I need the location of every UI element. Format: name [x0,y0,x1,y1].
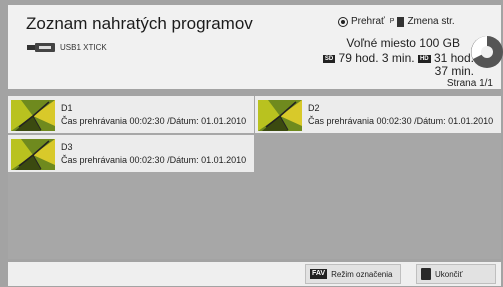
recording-detail: Čas prehrávania 00:02:30 /Dátum: 01.01.2… [61,116,247,126]
usb-icon [27,43,55,52]
butterfly-thumbnail-icon [11,100,55,131]
free-space: Voľné miesto 100 GB [346,36,460,50]
mark-mode-label: Režim označenia [331,269,393,279]
recording-detail: Čas prehrávania 00:02:30 /Dátum: 01.01.2… [308,116,494,126]
butterfly-thumbnail-icon [258,100,302,131]
hd-time-min: 37 min. [434,64,474,78]
exit-icon [421,268,431,280]
exit-label: Ukončiť [435,269,463,279]
recording-name: D1 [61,103,73,113]
page-button-icon [397,16,405,27]
usb-device: USB1 XTICK [27,43,107,52]
header-panel: Zoznam nahratých programov USB1 XTICK Pr… [8,5,503,89]
mark-mode-button[interactable]: FAV Režim označenia [305,264,401,284]
recording-name: D3 [61,142,73,152]
footer-bar: FAV Režim označenia Ukončiť [8,262,501,286]
recording-name: D2 [308,103,320,113]
recorded-programs-screen: Zoznam nahratých programov USB1 XTICK Pr… [0,0,503,287]
recording-item[interactable]: D3 Čas prehrávania 00:02:30 /Dátum: 01.0… [8,135,254,172]
recording-item[interactable]: D1 Čas prehrávania 00:02:30 /Dátum: 01.0… [8,96,254,133]
butterfly-thumbnail-icon [11,139,55,170]
page-indicator: Strana 1/1 [446,78,493,89]
hd-badge: HD [417,54,431,63]
legend-play: Prehrať [351,16,385,27]
fav-badge: FAV [310,269,328,279]
key-legend: Prehrať P Zmena str. [338,16,455,27]
hd-time: 31 hod. [433,51,474,65]
legend-page: Zmena str. [407,16,455,27]
sd-badge: SD [322,54,336,63]
exit-button[interactable]: Ukončiť [416,264,496,284]
recording-detail: Čas prehrávania 00:02:30 /Dátum: 01.01.2… [61,155,247,165]
sd-time: 79 hod. 3 min. [338,51,415,65]
usb-label: USB1 XTICK [60,43,107,52]
page-icon: P [389,18,395,25]
page-title: Zoznam nahratých programov [26,14,253,33]
recording-item[interactable]: D2 Čas prehrávania 00:02:30 /Dátum: 01.0… [255,96,501,133]
disk-usage-icon [471,36,503,68]
recordings-list: D1 Čas prehrávania 00:02:30 /Dátum: 01.0… [8,96,501,259]
recording-time-left: SD 79 hod. 3 min. HD 31 hod. 37 min. [316,52,474,78]
ok-icon [338,16,348,27]
